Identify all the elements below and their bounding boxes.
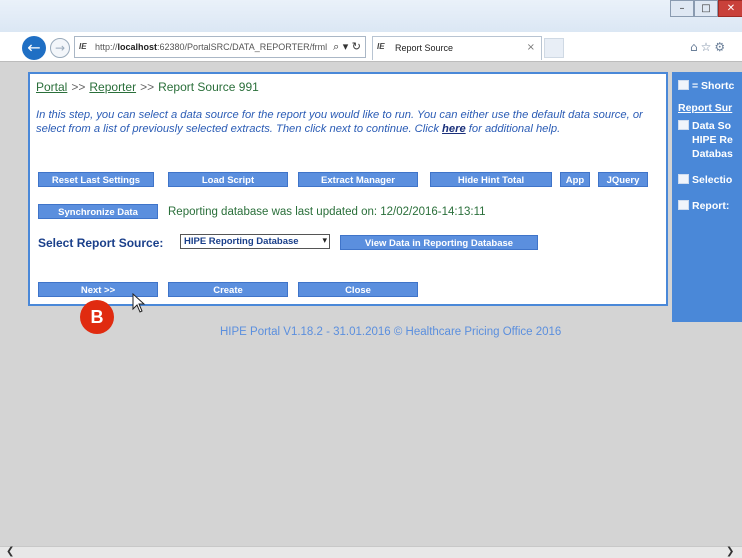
address-path: :62380/PortalSRC/DATA_REPORTER/frml bbox=[157, 42, 328, 52]
address-tools-icon[interactable]: ⌕ ▾ ↻ bbox=[331, 37, 361, 57]
create-button[interactable]: Create bbox=[168, 282, 288, 297]
home-favorites-settings-icon[interactable]: ⌂☆⚙ bbox=[690, 40, 728, 54]
sync-status-text: Reporting database was last updated on: … bbox=[168, 206, 486, 218]
sidebar-data-source-value-2: Databas bbox=[692, 148, 733, 160]
hint-tail: for additional help. bbox=[465, 123, 561, 135]
sidebar-report-label: Report: bbox=[692, 200, 730, 212]
scroll-left-icon[interactable]: ❮ bbox=[6, 546, 14, 557]
sidebar-data-source[interactable]: Data So bbox=[678, 120, 731, 132]
jquery-button[interactable]: JQuery bbox=[598, 172, 648, 187]
edit-icon bbox=[678, 200, 689, 210]
report-source-panel: Portal >> Reporter >> Report Source 991 In t… bbox=[28, 72, 668, 306]
window-close-button[interactable]: ✕ bbox=[718, 0, 742, 17]
breadcrumb-current: Report Source 991 bbox=[158, 80, 259, 94]
sidebar-shortcut[interactable]: = Shortc bbox=[678, 80, 734, 92]
sidebar-data-source-label: Data So bbox=[692, 120, 732, 132]
browser-chrome: – □ ✕ ← → IE http://localhost:62380/Port… bbox=[0, 0, 742, 62]
report-source-value: HIPE Reporting Database bbox=[184, 236, 299, 247]
breadcrumb-portal[interactable]: Portal bbox=[36, 80, 67, 94]
sidebar-report[interactable]: Report: bbox=[678, 200, 729, 212]
new-tab-button[interactable] bbox=[544, 38, 564, 58]
sidebar-shortcut-label: = Shortc bbox=[692, 80, 735, 92]
hint-text: In this step, you can select a data sour… bbox=[36, 108, 661, 136]
synchronize-data-button[interactable]: Synchronize Data bbox=[38, 204, 158, 219]
reset-last-settings-button[interactable]: Reset Last Settings bbox=[38, 172, 154, 187]
tab-title: Report Source bbox=[395, 43, 454, 53]
app-button[interactable]: App bbox=[560, 172, 590, 187]
edit-icon bbox=[678, 80, 689, 90]
extract-manager-button[interactable]: Extract Manager bbox=[298, 172, 418, 187]
sidebar-report-summary[interactable]: Report Sur bbox=[678, 102, 732, 114]
sidebar-selection-label: Selectio bbox=[692, 174, 733, 186]
view-data-button[interactable]: View Data in Reporting Database bbox=[340, 235, 538, 250]
help-link[interactable]: here bbox=[442, 123, 466, 135]
report-source-label: Select Report Source: bbox=[38, 236, 164, 250]
chevron-down-icon: ▾ bbox=[322, 236, 327, 246]
mouse-cursor-icon bbox=[132, 293, 146, 313]
tab-report-source[interactable]: IE Report Source × bbox=[372, 36, 542, 60]
breadcrumb: Portal >> Reporter >> Report Source 991 bbox=[36, 80, 259, 94]
sidebar-selection[interactable]: Selectio bbox=[678, 174, 732, 186]
address-bar[interactable]: IE http://localhost:62380/PortalSRC/DATA… bbox=[74, 36, 366, 58]
address-host: localhost bbox=[117, 42, 158, 52]
footer-copyright: HIPE Portal V1.18.2 - 31.01.2016 © Healt… bbox=[220, 326, 562, 338]
breadcrumb-separator: >> bbox=[71, 80, 86, 94]
hide-hint-total-button[interactable]: Hide Hint Total bbox=[430, 172, 552, 187]
title-bar bbox=[0, 0, 742, 32]
shortcut-sidebar: = Shortc Report Sur Data So HIPE Re Data… bbox=[672, 72, 742, 322]
sidebar-data-source-value: HIPE Re bbox=[692, 134, 733, 146]
step-marker: B bbox=[80, 300, 114, 334]
maximize-button[interactable]: □ bbox=[694, 0, 718, 17]
horizontal-scrollbar[interactable]: ❮ ❯ bbox=[0, 546, 742, 558]
tab-close-icon[interactable]: × bbox=[527, 37, 535, 59]
report-source-select[interactable]: HIPE Reporting Database ▾ bbox=[180, 234, 330, 249]
site-favicon-icon: IE bbox=[79, 42, 87, 51]
minimize-button[interactable]: – bbox=[670, 0, 694, 17]
back-button[interactable]: ← bbox=[22, 36, 46, 60]
tab-favicon-icon: IE bbox=[377, 42, 385, 51]
scroll-right-icon[interactable]: ❯ bbox=[726, 546, 734, 557]
close-button[interactable]: Close bbox=[298, 282, 418, 297]
breadcrumb-reporter[interactable]: Reporter bbox=[89, 80, 136, 94]
forward-button[interactable]: → bbox=[50, 38, 70, 58]
edit-icon bbox=[678, 174, 689, 184]
load-script-button[interactable]: Load Script bbox=[168, 172, 288, 187]
breadcrumb-separator: >> bbox=[140, 80, 155, 94]
address-prefix: http:// bbox=[95, 42, 118, 52]
edit-icon bbox=[678, 120, 689, 130]
